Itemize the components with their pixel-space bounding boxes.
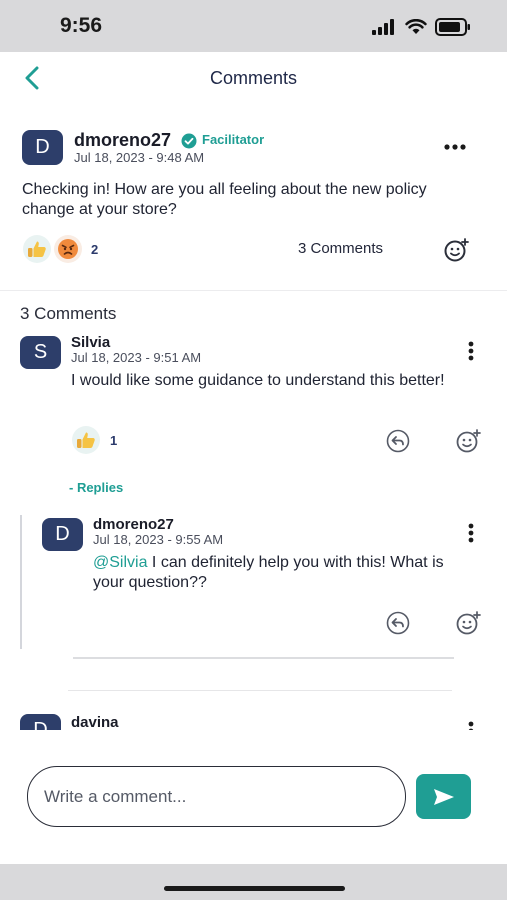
add-reaction-icon [456,429,481,453]
reply-button[interactable] [385,610,411,636]
comments-heading: 3 Comments [20,304,117,323]
reply-button[interactable] [385,428,411,454]
more-vertical-icon [468,523,474,543]
post-timestamp: Jul 18, 2023 - 9:48 AM [74,150,205,165]
post-add-reaction-button[interactable] [441,236,471,264]
comment-reaction-count: 1 [110,433,118,448]
avatar[interactable]: S [20,336,61,369]
thumbs-up-reaction[interactable] [23,235,51,263]
post-username[interactable]: dmoreno27 [74,130,171,151]
reply-more-options-button[interactable] [461,521,481,545]
status-bar: 9:56 [0,0,507,52]
reply-username[interactable]: dmoreno27 [93,516,174,533]
add-reaction-icon [456,611,481,635]
user-mention[interactable]: @Silvia [93,554,147,571]
comment-divider [68,690,452,691]
home-indicator[interactable] [164,886,345,891]
more-horizontal-icon [444,144,466,150]
replies-toggle[interactable]: - Replies [69,480,123,495]
send-button[interactable] [416,774,471,819]
post-more-options-button[interactable] [440,136,470,158]
comment-text: I would like some guidance to understand… [71,372,445,389]
role-badge: Facilitator [202,132,265,147]
thumbs-up-icon [77,432,95,448]
comment-clip: D davina [0,700,507,730]
reply-icon [386,611,410,635]
post-reaction-count: 2 [91,242,99,257]
avatar[interactable]: D [22,130,63,165]
avatar[interactable]: D [20,714,61,730]
comment-timestamp: Jul 18, 2023 - 9:51 AM [71,350,202,365]
status-icons [371,18,471,36]
more-vertical-icon [468,721,474,730]
comment-username[interactable]: Silvia [71,334,110,351]
signal-icon [372,19,394,35]
home-indicator-area [0,864,507,900]
angry-reaction[interactable] [54,235,82,263]
reply-text: @Silvia I can definitely help you with t… [93,553,463,593]
reply-add-reaction-button[interactable] [453,609,483,637]
post-text: Checking in! How are you all feeling abo… [22,181,427,218]
battery-icon [435,18,470,36]
page-title: Comments [209,68,298,88]
thumbs-up-reaction[interactable] [72,426,100,454]
angry-face-icon [58,239,78,259]
status-time: 9:56 [60,14,103,37]
send-icon [433,788,454,805]
comment-add-reaction-button[interactable] [453,427,483,455]
comment-more-options-button[interactable] [461,339,481,363]
wifi-icon [405,19,427,34]
reply-icon [386,429,410,453]
reply-thread-line [20,515,22,649]
comment-more-options-button[interactable] [461,719,481,730]
avatar[interactable]: D [42,518,83,551]
thumbs-up-icon [28,241,46,257]
reply-timestamp: Jul 18, 2023 - 9:55 AM [93,532,224,547]
add-reaction-icon [444,238,469,262]
comments-count-link[interactable]: 3 Comments [298,240,383,257]
comment-username[interactable]: davina [71,714,119,730]
more-vertical-icon [468,341,474,361]
reply-divider [73,657,454,659]
comment-input[interactable] [27,766,406,827]
nav-bar: Comments [0,52,507,106]
verified-icon [181,133,197,149]
post-divider [0,290,507,291]
comment-composer [0,752,507,864]
